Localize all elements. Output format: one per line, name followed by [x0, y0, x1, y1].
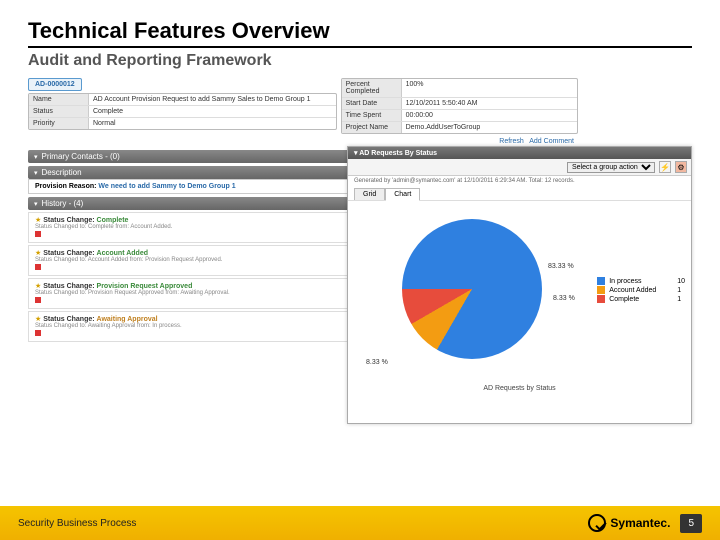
- field-label: Start Date: [342, 98, 402, 109]
- pie-chart: [402, 219, 542, 359]
- chart-legend: In process10Account Added1Complete1: [597, 277, 685, 304]
- field-value: Normal: [89, 118, 336, 129]
- chart-caption: AD Requests by Status: [348, 385, 691, 392]
- chart-meta: Generated by 'admin@symantec.com' at 12/…: [348, 176, 691, 186]
- chart-title-text: AD Requests By Status: [359, 150, 437, 157]
- legend-item: In process10: [597, 277, 685, 285]
- field-label: Priority: [29, 118, 89, 129]
- ticket-id-badge[interactable]: AD-0000012: [28, 78, 82, 91]
- pie-slice-label: 8.33 %: [553, 295, 575, 302]
- chart-area: 83.33 % 8.33 % 8.33 % In process10Account …: [348, 200, 691, 395]
- field-label: Time Spent: [342, 110, 402, 121]
- ticket-fields-right: Percent Completed100%Start Date12/10/201…: [341, 78, 578, 134]
- pie-slice-label: 83.33 %: [548, 263, 574, 270]
- history-label: History - (4): [42, 199, 84, 208]
- page-title: Technical Features Overview: [28, 18, 692, 48]
- lightning-icon[interactable]: ⚡: [659, 161, 671, 173]
- field-value: AD Account Provision Request to add Samm…: [89, 94, 336, 105]
- field-label: Name: [29, 94, 89, 105]
- ticket-fields-left: NameAD Account Provision Request to add …: [28, 93, 337, 130]
- slide-footer: Security Business Process Symantec. 5: [0, 506, 720, 540]
- contacts-label: Primary Contacts - (0): [42, 152, 120, 161]
- chart-toolbar: Select a group action ⚡ ⚙: [348, 159, 691, 176]
- legend-item: Account Added1: [597, 286, 685, 294]
- group-action-select[interactable]: Select a group action: [567, 162, 655, 173]
- field-value: 00:00:00: [402, 110, 577, 121]
- field-value: Demo.AddUserToGroup: [402, 122, 577, 133]
- refresh-link[interactable]: Refresh: [499, 138, 524, 145]
- chevron-down-icon: ▾: [34, 200, 38, 208]
- field-label: Status: [29, 106, 89, 117]
- add-comment-link[interactable]: Add Comment: [529, 138, 574, 145]
- page-subtitle: Audit and Reporting Framework: [28, 52, 692, 70]
- brand-logo: Symantec.: [588, 514, 670, 532]
- legend-item: Complete1: [597, 295, 685, 303]
- field-value: Complete: [89, 106, 336, 117]
- chevron-down-icon: ▾: [34, 169, 38, 177]
- chevron-down-icon: ▾: [34, 153, 38, 161]
- page-number: 5: [680, 514, 702, 533]
- chart-panel: ▾ AD Requests By Status Select a group a…: [347, 146, 692, 424]
- check-circle-icon: [588, 514, 606, 532]
- field-label: Percent Completed: [342, 79, 402, 97]
- field-label: Project Name: [342, 122, 402, 133]
- settings-icon[interactable]: ⚙: [675, 161, 687, 173]
- field-value: 100%: [402, 79, 577, 97]
- footer-text: Security Business Process: [18, 518, 588, 529]
- provision-reason-text: We need to add Sammy to Demo Group 1: [98, 183, 235, 190]
- tab-chart[interactable]: Chart: [385, 188, 420, 201]
- description-label: Description: [42, 168, 82, 177]
- field-value: 12/10/2011 5:50:40 AM: [402, 98, 577, 109]
- brand-name: Symantec.: [610, 516, 670, 530]
- pie-slice-label: 8.33 %: [366, 359, 388, 366]
- provision-reason-label: Provision Reason:: [35, 183, 96, 190]
- chart-title-bar: ▾ AD Requests By Status: [348, 147, 691, 159]
